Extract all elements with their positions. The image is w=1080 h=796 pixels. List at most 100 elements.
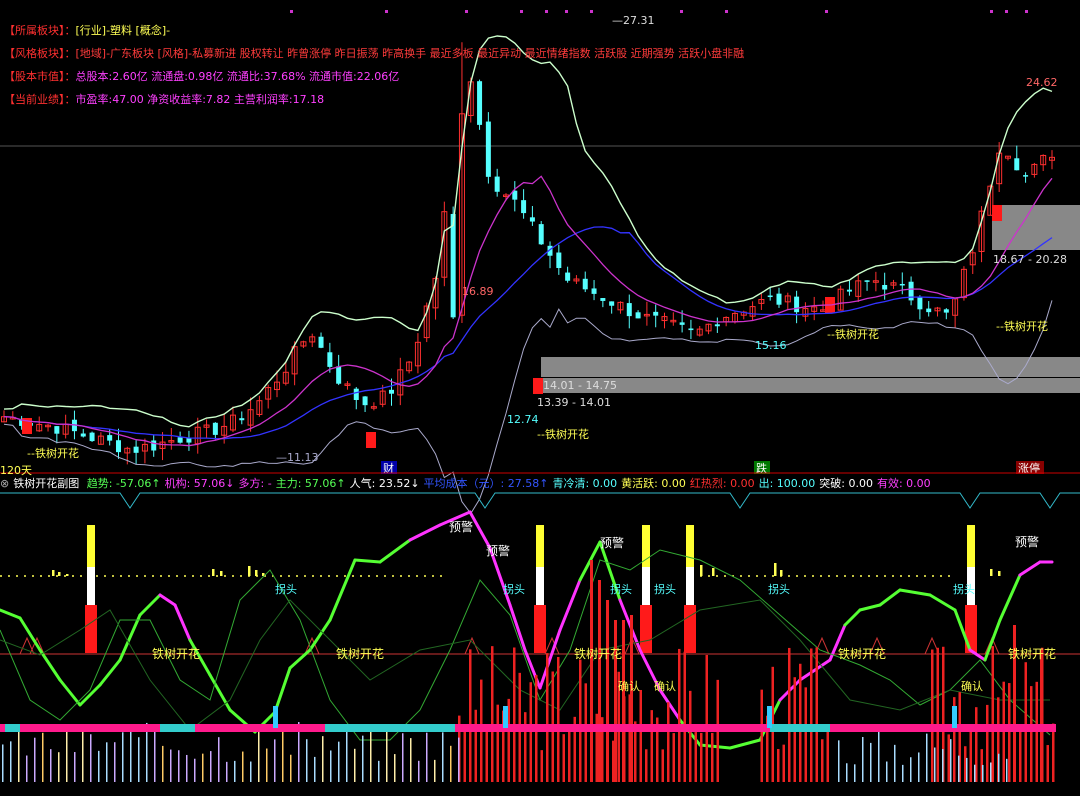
candle-body-115 [1014, 158, 1020, 171]
bottom-bar-90 [90, 734, 92, 782]
vol-bar-1019 [1019, 725, 1022, 782]
sub-indicator-panel: 预警预警预警 预警拐头 拐头 拐头 拐头 拐头 拐头铁树开花 铁树开花 铁树开花 铁树开花 铁树开花… [0, 492, 1080, 782]
vol-bar-711 [711, 732, 714, 782]
tieshu-label-4: --铁树开花 [996, 319, 1048, 333]
yellow-spike-13 [998, 571, 1001, 576]
yellow-spike-9 [712, 568, 715, 576]
vol-bar-464 [463, 728, 466, 782]
yellow-spike-1 [58, 572, 61, 576]
candle-body-87 [767, 295, 773, 298]
top-marker-5 [565, 10, 568, 13]
warn-label-3: 预警 [600, 535, 624, 550]
collapse-icon[interactable]: ⊗ [0, 477, 9, 490]
candle-body-60 [529, 217, 535, 222]
stock-chart[interactable]: —27.31 16.89 24.62 12.74 —11.13 15.16 14.01 - … [0, 0, 1080, 796]
bottom-bar-b-974 [974, 764, 976, 782]
bottom-bar-266 [266, 748, 268, 782]
candle-body-24 [212, 422, 218, 435]
vol-bar-937 [936, 647, 939, 782]
candle-body-98 [864, 280, 870, 282]
candle-body-63 [556, 252, 562, 269]
osc-seg-15 [288, 648, 312, 670]
capital-label: 【股本市值】： [4, 70, 76, 83]
tower-red-2 [640, 605, 652, 653]
bottom-bar-242 [242, 751, 244, 782]
bottom-bar-b-926 [926, 733, 928, 782]
vol-bar-640 [639, 689, 642, 782]
osc-seg-18 [353, 558, 382, 564]
candle-body-67 [591, 288, 597, 294]
indicator-value-5: 平均成本（元）: 27.58↑ [423, 477, 549, 490]
tieshu-label-3: --铁树开花 [827, 327, 879, 341]
bottom-bar-162 [162, 745, 164, 782]
tall-red-2 [606, 600, 609, 782]
bottom-bar-10 [10, 741, 12, 782]
osc-seg-9 [173, 603, 192, 642]
tieshu-label-1: --铁树开花 [27, 446, 79, 460]
blip-0 [273, 706, 278, 728]
turn-label-6: 拐头 [953, 582, 975, 596]
zone-2 [541, 378, 1080, 393]
tall-red-4 [622, 620, 625, 782]
bottom-bar-b-878 [878, 729, 880, 782]
vol-bar-497 [496, 704, 499, 782]
osc-seg-46 [968, 648, 987, 662]
bottom-bar-202 [202, 753, 204, 782]
warn-label-1: 预警 [449, 519, 473, 534]
vol-bar-579 [579, 659, 582, 782]
candle-body-27 [239, 418, 245, 421]
tower-red-4 [965, 605, 977, 653]
indicator-value-1: 机构: 57.06↓ [164, 477, 235, 490]
candle-body-81 [714, 324, 720, 327]
bottom-bar-442 [442, 732, 444, 782]
bloom-label-3: 铁树开花 [574, 646, 622, 661]
osc-seg-25 [523, 648, 542, 690]
bottom-bar-426 [426, 732, 428, 782]
tower-red-3 [684, 605, 696, 653]
vol-bar-475 [474, 709, 477, 782]
bottom-bar-170 [170, 749, 172, 782]
confirm-label-2: 确认 [654, 680, 676, 693]
sub-top-line [0, 492, 1080, 509]
capital-value: 总股本:2.60亿 流通盘:0.98亿 流通比:37.68% 流通市值:22.0… [75, 70, 400, 83]
candle-body-104 [917, 297, 923, 310]
vol-bar-1030 [1030, 686, 1033, 782]
candle-body-78 [688, 328, 694, 331]
warn-label-2: 预警 [486, 543, 510, 558]
vol-bar-706 [705, 654, 708, 782]
tower-red-1 [534, 605, 546, 653]
vol-bar-667 [667, 702, 670, 782]
tall-red-7 [1040, 650, 1043, 782]
bottom-bar-138 [138, 737, 140, 782]
tall-red-3 [614, 620, 617, 782]
tall-red-0 [590, 560, 593, 782]
vol-bar-645 [645, 749, 648, 782]
bottom-bar-b-990 [990, 762, 992, 782]
candle-body-107 [943, 309, 949, 313]
osc-seg-35 [728, 738, 762, 750]
candle-body-61 [538, 224, 544, 245]
yellow-spike-4 [220, 571, 223, 576]
indicator-name[interactable]: 铁树开花副图 [13, 477, 79, 490]
bottom-bar-114 [114, 742, 116, 782]
ma-blue-line [3, 226, 1053, 440]
zone-3 [992, 205, 1080, 250]
osc-seg-24 [508, 603, 527, 652]
candle-body-12 [107, 435, 113, 441]
bottom-bar-b-838 [838, 740, 840, 782]
bottom-bar-282 [282, 728, 284, 782]
bottom-bar-186 [186, 754, 188, 782]
bottom-bar-250 [250, 761, 252, 782]
candle-body-69 [609, 301, 615, 306]
bottom-bar-194 [194, 758, 196, 782]
candle-body-17 [151, 440, 157, 451]
style-label: 【风格板块】： [4, 47, 76, 60]
bottom-bar-290 [290, 754, 292, 782]
bottom-bar-386 [386, 725, 388, 782]
candle-body-6 [54, 426, 60, 434]
bottom-bar-b-966 [966, 757, 968, 782]
bottom-bar-b-942 [942, 749, 944, 782]
candle-body-88 [776, 293, 782, 305]
vol-bar-827 [826, 726, 829, 782]
tower-yellow-3 [686, 525, 694, 567]
